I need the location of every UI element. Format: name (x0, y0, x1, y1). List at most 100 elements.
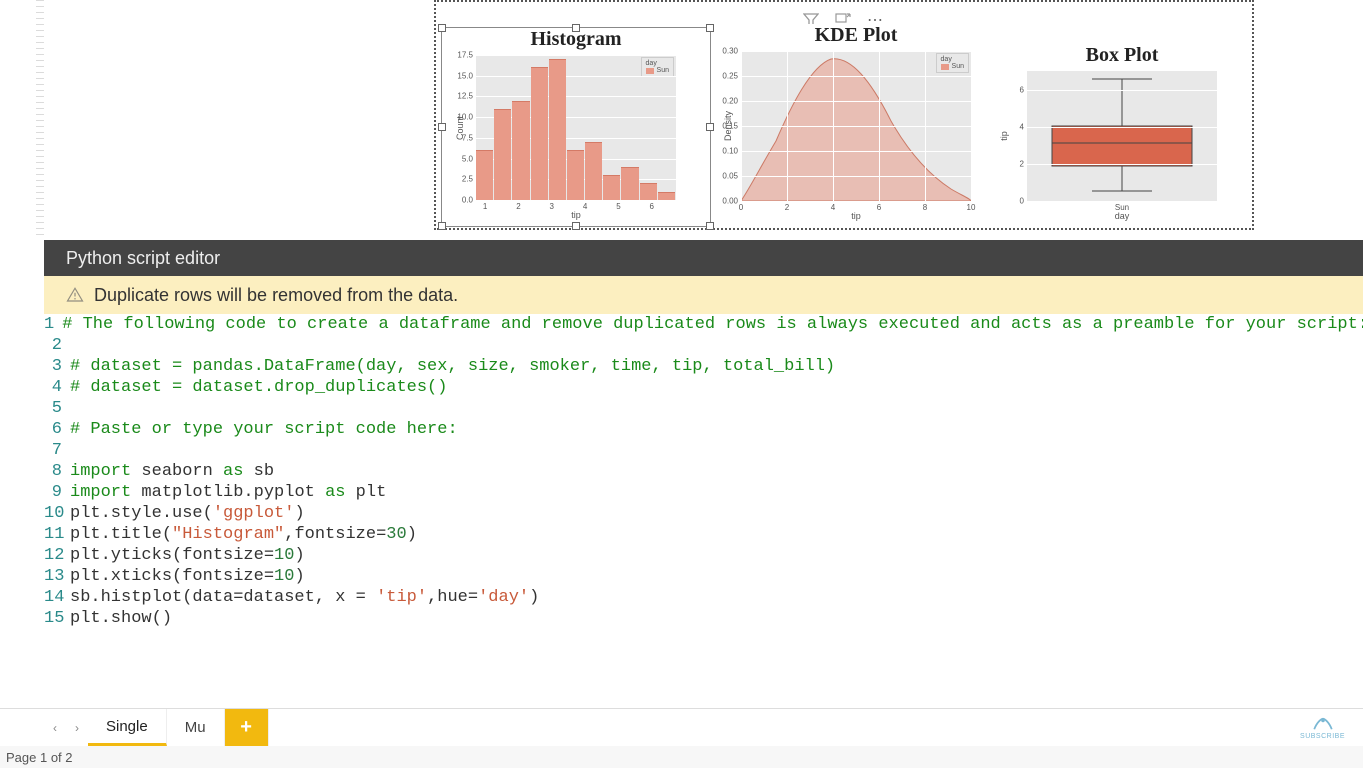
histogram-visual[interactable]: Histogram day Sun 0.02.55.07.510.012.515… (442, 28, 710, 226)
line-number: 8 (44, 461, 70, 482)
line-number: 13 (44, 566, 70, 587)
x-tick: 10 (967, 203, 976, 212)
chart-title: KDE Plot (722, 24, 990, 47)
x-tick: 6 (877, 203, 881, 212)
histogram-bar (567, 150, 584, 200)
kde-visual[interactable]: KDE Plot day Sun 0.000.050.100.150.200.2… (722, 24, 990, 226)
line-number: 4 (44, 377, 70, 398)
code-editor[interactable]: 1# The following code to create a datafr… (44, 314, 1363, 708)
status-bar: Page 1 of 2 (0, 746, 1363, 768)
line-number: 5 (44, 398, 70, 419)
code-line[interactable]: 7 (44, 440, 1363, 461)
x-tick: 6 (650, 202, 654, 211)
y-tick: 12.5 (457, 92, 473, 101)
code-text[interactable]: # Paste or type your script code here: (70, 419, 458, 440)
warning-icon (66, 286, 84, 304)
code-text[interactable]: import seaborn as sb (70, 461, 274, 482)
x-tick: 3 (550, 202, 554, 211)
resize-handle[interactable] (438, 24, 446, 32)
resize-handle[interactable] (572, 222, 580, 230)
code-text[interactable]: plt.xticks(fontsize=10) (70, 566, 305, 587)
code-line[interactable]: 3# dataset = pandas.DataFrame(day, sex, … (44, 356, 1363, 377)
code-line[interactable]: 2 (44, 335, 1363, 356)
x-tick: 4 (831, 203, 835, 212)
script-editor-header: Python script editor (44, 240, 1363, 276)
resize-handle[interactable] (438, 123, 446, 131)
y-axis-label: tip (999, 131, 1009, 141)
code-line[interactable]: 5 (44, 398, 1363, 419)
add-page-button[interactable]: + (225, 709, 269, 746)
y-tick: 2 (1020, 159, 1024, 168)
code-text[interactable]: # dataset = pandas.DataFrame(day, sex, s… (70, 356, 835, 377)
resize-handle[interactable] (438, 222, 446, 230)
y-tick: 17.5 (457, 51, 473, 60)
next-page-button[interactable]: › (66, 709, 88, 746)
x-tick: 5 (616, 202, 620, 211)
histogram-bar (549, 59, 566, 200)
boxplot-visual[interactable]: Box Plot 0 2 4 6 tip day Sun (1002, 44, 1242, 226)
resize-handle[interactable] (706, 222, 714, 230)
code-text[interactable]: plt.show() (70, 608, 172, 629)
y-tick: 6 (1020, 85, 1024, 94)
resize-handle[interactable] (706, 123, 714, 131)
code-line[interactable]: 9import matplotlib.pyplot as plt (44, 482, 1363, 503)
resize-handle[interactable] (572, 24, 580, 32)
code-line[interactable]: 14sb.histplot(data=dataset, x = 'tip',hu… (44, 587, 1363, 608)
warning-text: Duplicate rows will be removed from the … (94, 285, 458, 306)
line-number: 1 (44, 314, 62, 335)
code-text[interactable]: plt.style.use('ggplot') (70, 503, 305, 524)
editor-title: Python script editor (66, 248, 220, 269)
code-text[interactable]: plt.title("Histogram",fontsize=30) (70, 524, 417, 545)
x-tick: 2 (785, 203, 789, 212)
code-text[interactable]: sb.histplot(data=dataset, x = 'tip',hue=… (70, 587, 539, 608)
y-tick: 0.25 (722, 72, 738, 81)
y-tick: 5.0 (462, 154, 473, 163)
x-axis-label: tip (571, 210, 581, 220)
report-canvas: ⋯ Histogram day Sun 0.02.55.07.510.012.5… (44, 0, 1363, 240)
visual-container[interactable]: ⋯ Histogram day Sun 0.02.55.07.510.012.5… (434, 0, 1254, 230)
x-axis-label: day (1115, 211, 1130, 221)
line-number: 3 (44, 356, 70, 377)
code-line[interactable]: 4# dataset = dataset.drop_duplicates() (44, 377, 1363, 398)
code-line[interactable]: 13plt.xticks(fontsize=10) (44, 566, 1363, 587)
histogram-bar (603, 175, 620, 200)
page-tab[interactable]: Single (88, 709, 167, 746)
y-tick: 0.00 (722, 197, 738, 206)
prev-page-button[interactable]: ‹ (44, 709, 66, 746)
code-text[interactable]: # dataset = dataset.drop_duplicates() (70, 377, 447, 398)
code-line[interactable]: 10plt.style.use('ggplot') (44, 503, 1363, 524)
x-axis-label: tip (851, 211, 861, 221)
y-tick: 15.0 (457, 71, 473, 80)
line-number: 7 (44, 440, 70, 461)
line-number: 9 (44, 482, 70, 503)
code-line[interactable]: 11plt.title("Histogram",fontsize=30) (44, 524, 1363, 545)
chart-title: Box Plot (1002, 44, 1242, 67)
code-line[interactable]: 8import seaborn as sb (44, 461, 1363, 482)
code-line[interactable]: 6# Paste or type your script code here: (44, 419, 1363, 440)
page-tab[interactable]: Mu (167, 709, 225, 746)
code-text[interactable]: import matplotlib.pyplot as plt (70, 482, 386, 503)
x-tick: Sun (1115, 203, 1129, 212)
kde-plot-area: day Sun 0.000.050.100.150.200.250.300246… (741, 51, 971, 201)
histogram-bar (585, 142, 602, 200)
y-tick: 4 (1020, 122, 1024, 131)
code-text[interactable]: plt.yticks(fontsize=10) (70, 545, 305, 566)
subscribe-watermark: SUBSCRIBE (1300, 717, 1345, 740)
code-text[interactable]: # The following code to create a datafra… (62, 314, 1363, 335)
page-indicator: Page 1 of 2 (6, 750, 73, 765)
code-line[interactable]: 15plt.show() (44, 608, 1363, 629)
y-tick: 0.30 (722, 47, 738, 56)
code-line[interactable]: 1# The following code to create a datafr… (44, 314, 1363, 335)
resize-handle[interactable] (706, 24, 714, 32)
y-tick: 0 (1020, 197, 1024, 206)
line-number: 11 (44, 524, 70, 545)
warning-banner: Duplicate rows will be removed from the … (44, 276, 1363, 314)
x-tick: 4 (583, 202, 587, 211)
line-number: 15 (44, 608, 70, 629)
histogram-bar (621, 167, 638, 200)
code-line[interactable]: 12plt.yticks(fontsize=10) (44, 545, 1363, 566)
histogram-plot-area: day Sun 0.02.55.07.510.012.515.017.51234… (476, 55, 676, 200)
x-tick: 8 (923, 203, 927, 212)
x-tick: 2 (516, 202, 520, 211)
vertical-ruler (36, 0, 44, 240)
